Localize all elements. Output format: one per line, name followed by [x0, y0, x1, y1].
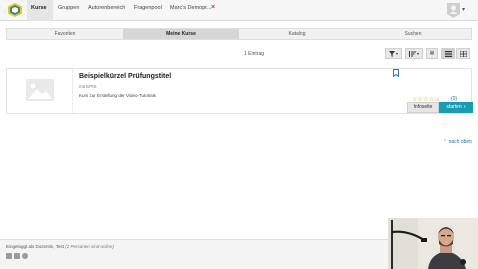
nav-item-kurse[interactable]: Kurse	[31, 5, 47, 11]
online-users[interactable]: (2 Personen sind online)	[65, 244, 114, 249]
list-view-button[interactable]	[441, 48, 455, 59]
chevron-right-icon: ›	[464, 104, 466, 110]
document-icon[interactable]	[14, 253, 20, 259]
settings-button[interactable]: ✲	[426, 48, 438, 59]
info-page-button[interactable]: Infoseite	[407, 102, 439, 113]
start-label: starten	[446, 104, 462, 110]
login-status: Eingeloggt als Dozentin, Test (2 Persone…	[6, 244, 114, 249]
webcam-video-overlay	[388, 218, 478, 269]
course-meta: mit EPIS	[79, 84, 97, 89]
image-icon[interactable]	[6, 253, 12, 259]
sort-button[interactable]: ▾	[405, 48, 423, 59]
settings-icon[interactable]	[22, 253, 28, 259]
footer-icons	[6, 253, 28, 259]
course-title[interactable]: Beispielkürzel Prüfungstitel	[79, 73, 171, 80]
user-menu-caret-icon[interactable]: ▾	[462, 6, 465, 13]
entry-count: 1 Eintrag	[244, 51, 265, 57]
table-view-button[interactable]	[456, 48, 470, 59]
top-navigation-bar: Kurse Gruppen Autorenbereich Fragenpool …	[0, 0, 478, 21]
nav-item-fragenpool[interactable]: Fragenpool	[134, 5, 162, 11]
course-card: Beispielkürzel Prüfungstitel mit EPIS Ku…	[6, 68, 473, 114]
list-view-icon	[444, 50, 452, 57]
back-to-top-link[interactable]: ⌃ nach oben	[443, 139, 472, 145]
user-avatar-icon[interactable]	[447, 3, 460, 18]
close-tab-icon[interactable]: ×	[211, 4, 215, 11]
tab-katalog[interactable]: Katalog	[239, 29, 355, 39]
chevron-down-icon: ▾	[416, 51, 419, 56]
tab-suchen[interactable]: Suchen	[355, 29, 471, 39]
nav-item-gruppen[interactable]: Gruppen	[58, 5, 79, 11]
chevron-up-icon: ⌃	[443, 139, 448, 145]
filter-button[interactable]: ▾	[385, 48, 402, 59]
back-to-top-label: nach oben	[448, 139, 472, 145]
course-tabs: Favoriten Meine Kurse Katalog Suchen	[6, 28, 472, 40]
app-logo-icon[interactable]	[8, 3, 22, 17]
gear-icon: ✲	[429, 51, 435, 57]
table-view-icon	[459, 50, 467, 57]
course-thumbnail[interactable]	[7, 69, 73, 113]
presenter-video-image	[388, 218, 478, 269]
filter-icon	[388, 50, 395, 57]
bookmark-icon[interactable]	[393, 69, 399, 79]
course-description: Kurs zur Erstellung der Video-Tutorials	[79, 93, 157, 98]
logged-in-as: Eingeloggt als Dozentin, Test	[6, 244, 64, 249]
tab-meine-kurse[interactable]: Meine Kurse	[123, 29, 239, 39]
nav-item-demo-course[interactable]: Marc's Demopr...	[170, 5, 211, 11]
start-course-button[interactable]: starten ›	[439, 102, 473, 113]
image-placeholder-icon	[26, 79, 54, 101]
nav-item-autorenbereich[interactable]: Autorenbereich	[88, 5, 125, 11]
chevron-down-icon: ▾	[395, 51, 398, 56]
sort-icon	[408, 50, 416, 57]
tab-favoriten[interactable]: Favoriten	[7, 29, 123, 39]
